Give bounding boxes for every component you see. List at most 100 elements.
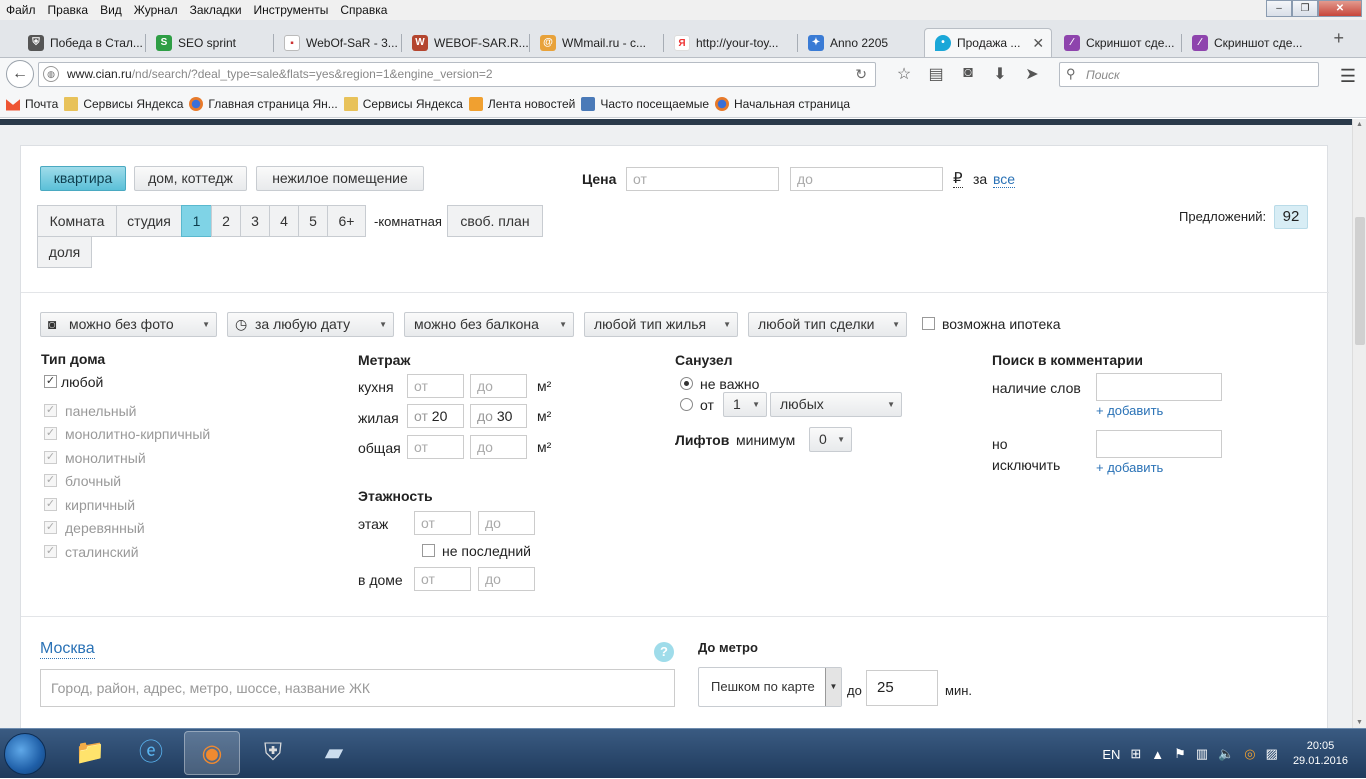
tab-wmmail[interactable]: @ WMmail.ru - с... [530,28,664,57]
location-search-input[interactable]: Город, район, адрес, метро, шоссе, назва… [40,669,675,707]
add-words-link[interactable]: + добавить [1096,403,1163,418]
price-per-link[interactable]: все [993,171,1016,188]
exclude-words-input[interactable] [1096,430,1222,458]
bookmark-most-visited[interactable]: Часто посещаемые [581,96,709,111]
clock[interactable]: 20:05 29.01.2016 [1293,739,1348,769]
menu-view[interactable]: Вид [94,0,128,20]
living-to-input[interactable]: до 30 [470,404,527,428]
flag-icon[interactable]: ⚑ [1174,746,1186,762]
bookmark-news-feed[interactable]: Лента новостей [468,96,575,111]
bookmark-mail[interactable]: Почта [6,97,58,111]
deal-type-dropdown[interactable]: любой тип сделки ▼ [748,312,907,337]
scroll-down-icon[interactable]: ▼ [1356,719,1363,726]
currency-selector[interactable]: ₽ [953,169,963,188]
tab-your-toy[interactable]: Яhttp://your-toy... [664,28,798,57]
reading-list-icon[interactable]: ▤ [920,64,952,84]
bathroom-kind-dropdown[interactable]: любых ▼ [770,392,902,417]
housing-type-dropdown[interactable]: любой тип жилья ▼ [584,312,738,337]
lifts-dropdown[interactable]: 0 ▼ [809,427,852,452]
price-to-input[interactable]: до [790,167,943,191]
battery-icon[interactable]: ▨ [1266,746,1278,762]
send-icon[interactable]: ➤ [1016,64,1048,84]
browser-search-input[interactable]: ⚲ Поиск [1059,62,1319,87]
balcony-filter-dropdown[interactable]: можно без балкона ▼ [404,312,574,337]
house-type-stalin-checkbox[interactable]: ✓ [44,545,57,558]
scroll-up-icon[interactable]: ▲ [1356,121,1363,128]
tab-screenshot-1[interactable]: ∕ Скриншот сде... [1054,28,1182,57]
property-type-flat[interactable]: квартира [40,166,126,191]
tab-screenshot-2[interactable]: ∕ Скриншот сде... [1182,28,1312,57]
page-scrollbar[interactable]: ▲ ▼ [1352,119,1366,728]
room-option-1[interactable]: 1 [181,205,212,237]
room-option-share[interactable]: доля [37,236,92,268]
house-type-monolith-checkbox[interactable]: ✓ [44,451,57,464]
tab-seosprint[interactable]: S SEO sprint [146,28,274,57]
bookmark-yandex-home[interactable]: Главная страница Ян... [189,96,338,111]
has-words-input[interactable] [1096,373,1222,401]
house-type-panel-checkbox[interactable]: ✓ [44,404,57,417]
show-icons-icon[interactable]: ▲ [1151,747,1164,762]
bathroom-any-radio[interactable] [680,377,693,390]
bathroom-count-dropdown[interactable]: 1 ▼ [723,392,767,417]
house-type-any-checkbox[interactable]: ✓ [44,375,57,388]
bookmark-yandex-services[interactable]: Сервисы Яндекса [64,96,183,111]
metro-mode-dropdown[interactable]: Пешком по карте ▼ [698,667,842,707]
ok-icon[interactable]: ◎ [1244,746,1255,762]
start-button[interactable] [4,733,46,775]
floor-from-input[interactable]: от [414,511,471,535]
property-type-commercial[interactable]: нежилое помещение [256,166,424,191]
room-option-6plus[interactable]: 6+ [327,205,366,237]
metro-minutes-input[interactable]: 25 [866,670,938,706]
menu-history[interactable]: Журнал [128,0,184,20]
download-icon[interactable]: ⬇ [984,64,1016,84]
tab-anno[interactable]: ✦ Anno 2205 [798,28,924,57]
bookmark-start-page[interactable]: Начальная страница [715,96,850,111]
scroll-thumb[interactable] [1355,217,1365,345]
menu-file[interactable]: Файл [0,0,42,20]
living-from-input[interactable]: от 20 [407,404,464,428]
menu-help[interactable]: Справка [334,0,393,20]
volume-icon[interactable]: 🔈 [1218,746,1234,762]
kitchen-to-input[interactable]: до [470,374,527,398]
room-option-2[interactable]: 2 [211,205,241,237]
date-filter-dropdown[interactable]: ◷ за любую дату ▼ [227,312,394,337]
windows-flag-icon[interactable]: ⊞ [1130,746,1141,762]
floor-to-input[interactable]: до [478,511,535,535]
internet-explorer-icon[interactable]: ⓔ [123,731,179,775]
notepad-taskbar-icon[interactable]: ▰ [306,731,362,775]
pocket-icon[interactable]: ◙ [952,64,984,84]
menu-tools[interactable]: Инструменты [248,0,335,20]
bathroom-from-radio[interactable] [680,398,693,411]
close-tab-icon[interactable]: ✕ [1032,35,1044,52]
room-option-studio[interactable]: студия [116,205,182,237]
room-option-5[interactable]: 5 [298,205,328,237]
house-floors-from-input[interactable]: от [414,567,471,591]
help-icon[interactable]: ? [654,642,674,662]
new-tab-button[interactable]: + [1333,28,1344,49]
room-option-4[interactable]: 4 [269,205,299,237]
hamburger-menu-icon[interactable]: ☰ [1340,66,1356,87]
tab-cian-active[interactable]: • Продажа ... ✕ [924,28,1052,57]
room-option-free-plan[interactable]: своб. план [447,205,543,237]
minimize-button[interactable]: – [1266,0,1292,17]
maximize-button[interactable]: ❐ [1292,0,1318,17]
house-type-block-checkbox[interactable]: ✓ [44,474,57,487]
firefox-taskbar-icon[interactable]: ◉ [184,731,240,775]
bookmark-yandex-services-2[interactable]: Сервисы Яндекса [343,96,463,111]
room-option-3[interactable]: 3 [240,205,270,237]
back-button[interactable]: ← [6,60,34,88]
house-type-wooden-checkbox[interactable]: ✓ [44,521,57,534]
kitchen-from-input[interactable]: от [407,374,464,398]
url-bar[interactable]: ◍ www.cian.ru/nd/search/?deal_type=sale&… [38,62,876,87]
total-from-input[interactable]: от [407,435,464,459]
property-type-house[interactable]: дом, коттедж [134,166,247,191]
room-option-room[interactable]: Комната [37,205,117,237]
not-last-floor-checkbox[interactable] [422,544,435,557]
tab-webof-sar-ru[interactable]: W WEBOF-SAR.R... [402,28,530,57]
house-floors-to-input[interactable]: до [478,567,535,591]
house-type-brick-checkbox[interactable]: ✓ [44,498,57,511]
reload-icon[interactable]: ↻ [855,66,867,83]
photo-filter-dropdown[interactable]: ◙ можно без фото ▼ [40,312,217,337]
network-icon[interactable]: ▥ [1196,746,1208,762]
price-from-input[interactable]: от [626,167,779,191]
